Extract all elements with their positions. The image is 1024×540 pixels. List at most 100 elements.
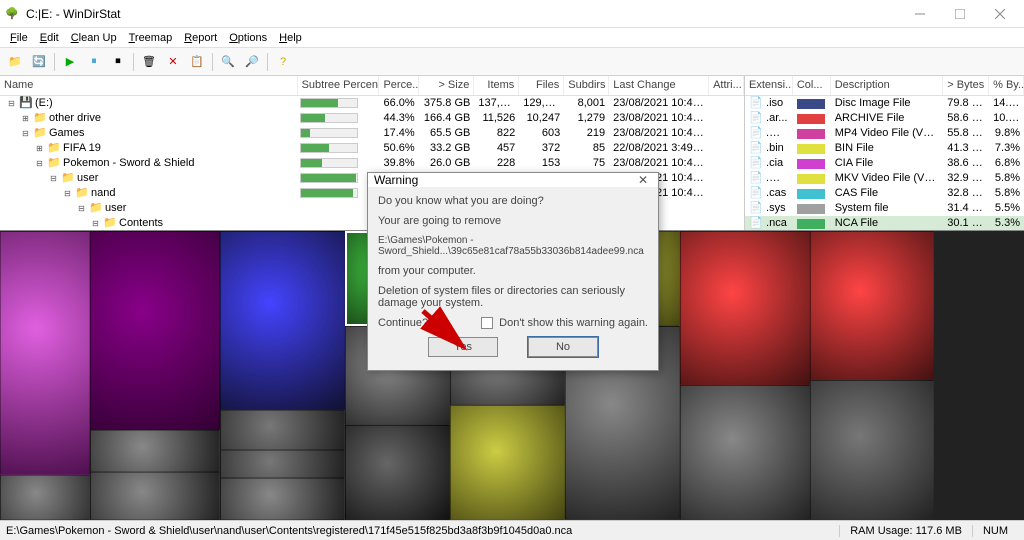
expand-icon[interactable]: ⊟ <box>34 158 45 169</box>
refresh-icon[interactable]: 🔄 <box>28 51 50 73</box>
drive-icon <box>19 96 33 110</box>
menu-clean-up[interactable]: Clean Up <box>65 30 123 46</box>
treemap-block[interactable] <box>90 430 220 472</box>
close-button[interactable] <box>980 1 1020 27</box>
expand-icon[interactable]: ⊟ <box>20 128 31 139</box>
expand-icon[interactable]: ⊟ <box>6 98 17 109</box>
tree-row[interactable]: ⊟(E:)66.0%375.8 GB137,577129,5768,00123/… <box>0 96 744 111</box>
pause-icon[interactable]: ⏸ <box>83 51 105 73</box>
menu-report[interactable]: Report <box>178 30 223 46</box>
ext-row[interactable]: .ciaCIA File38.6 GB6.8% <box>745 156 1024 171</box>
tree-header[interactable]: Name Subtree Percent... Perce... > Size … <box>0 76 744 96</box>
ext-row[interactable]: .sysSystem file31.4 GB5.5% <box>745 201 1024 216</box>
no-button[interactable]: No <box>528 337 598 357</box>
close-icon[interactable]: ✕ <box>634 173 652 187</box>
treemap-block[interactable] <box>450 405 565 520</box>
dialog-text: Your are going to remove <box>378 215 648 227</box>
color-swatch <box>797 189 825 199</box>
folder-icon <box>103 216 117 230</box>
tree-row[interactable]: ⊟Pokemon - Sword & Shield39.8%26.0 GB228… <box>0 156 744 171</box>
delete-icon[interactable]: ✕ <box>162 51 184 73</box>
color-swatch <box>797 114 825 124</box>
app-icon: 🌳 <box>4 6 20 22</box>
menu-options[interactable]: Options <box>223 30 273 46</box>
item-name: Contents <box>119 217 163 229</box>
file-icon <box>749 126 763 140</box>
item-name: other drive <box>49 112 101 124</box>
ext-body[interactable]: .isoDisc Image File79.8 GB14.0% .ar...AR… <box>745 96 1024 230</box>
zoom-in-icon[interactable]: 🔍 <box>217 51 239 73</box>
open-icon[interactable]: 📁 <box>4 51 26 73</box>
treemap-block[interactable] <box>680 231 810 385</box>
folder-icon <box>33 126 47 140</box>
file-icon <box>749 186 763 200</box>
treemap-block[interactable] <box>810 380 934 520</box>
ext-row[interactable]: .ar...ARCHIVE File58.6 GB10.3% <box>745 111 1024 126</box>
color-swatch <box>797 159 825 169</box>
color-swatch <box>797 144 825 154</box>
treemap-block[interactable] <box>90 231 220 430</box>
menubar: FileEditClean UpTreemapReportOptionsHelp <box>0 28 1024 48</box>
ext-row[interactable]: .mp4MP4 Video File (VLC)55.8 GB9.8% <box>745 126 1024 141</box>
toolbar: 📁 🔄 ▶ ⏸ ⏹ 🗑 ✕ 📋 🔍 🔎 ? <box>0 48 1024 76</box>
dont-show-checkbox[interactable] <box>481 317 493 329</box>
file-icon <box>749 216 763 230</box>
treemap-block[interactable] <box>220 410 345 450</box>
expand-icon[interactable]: ⊞ <box>20 113 31 124</box>
folder-icon <box>75 186 89 200</box>
treemap-block[interactable] <box>0 475 90 520</box>
dialog-text: Do you know what you are doing? <box>378 195 648 207</box>
tree-row[interactable]: ⊞FIFA 1950.6%33.2 GB4573728522/08/2021 3… <box>0 141 744 156</box>
yes-button[interactable]: Yes <box>428 337 498 357</box>
ext-header[interactable]: Extensi... Col... Description > Bytes % … <box>745 76 1024 96</box>
ext-row[interactable]: .mkvMKV Video File (VLC)32.9 GB5.8% <box>745 171 1024 186</box>
tree-row[interactable]: ⊞other drive44.3%166.4 GB11,52610,2471,2… <box>0 111 744 126</box>
menu-treemap[interactable]: Treemap <box>123 30 179 46</box>
treemap-block[interactable] <box>680 385 810 520</box>
item-name: Games <box>49 127 84 139</box>
tree-row[interactable]: ⊟Games17.4%65.5 GB82260321923/08/2021 10… <box>0 126 744 141</box>
ext-row[interactable]: .isoDisc Image File79.8 GB14.0% <box>745 96 1024 111</box>
color-swatch <box>797 99 825 109</box>
ext-row[interactable]: .binBIN File41.3 GB7.3% <box>745 141 1024 156</box>
file-icon <box>749 111 763 125</box>
expand-icon[interactable]: ⊞ <box>34 143 45 154</box>
item-name: Pokemon - Sword & Shield <box>63 157 194 169</box>
menu-edit[interactable]: Edit <box>34 30 65 46</box>
zoom-out-icon[interactable]: 🔎 <box>241 51 263 73</box>
expand-icon[interactable]: ⊟ <box>48 173 59 184</box>
folder-icon <box>89 201 103 215</box>
expand-icon[interactable]: ⊟ <box>90 218 101 229</box>
dialog-title: Warning <box>374 173 418 187</box>
extension-panel: Extensi... Col... Description > Bytes % … <box>745 76 1024 230</box>
file-icon <box>749 156 763 170</box>
treemap-block[interactable] <box>0 231 90 475</box>
treemap-block[interactable] <box>220 231 345 410</box>
window-title: C:|E: - WinDirStat <box>26 7 900 21</box>
maximize-button[interactable] <box>940 1 980 27</box>
ext-row[interactable]: .ncaNCA File30.1 GB5.3% <box>745 216 1024 230</box>
play-icon[interactable]: ▶ <box>59 51 81 73</box>
file-icon <box>749 141 763 155</box>
dialog-titlebar: Warning ✕ <box>368 173 658 187</box>
dialog-text: Continue? <box>378 317 475 329</box>
item-name: nand <box>91 187 115 199</box>
menu-help[interactable]: Help <box>273 30 308 46</box>
folder-icon <box>61 171 75 185</box>
item-name: FIFA 19 <box>63 142 101 154</box>
props-icon[interactable]: 📋 <box>186 51 208 73</box>
treemap-block[interactable] <box>345 425 450 520</box>
menu-file[interactable]: File <box>4 30 34 46</box>
expand-icon[interactable]: ⊟ <box>62 188 73 199</box>
stop-icon[interactable]: ⏹ <box>107 51 129 73</box>
treemap-block[interactable] <box>220 450 345 478</box>
treemap-block[interactable] <box>810 231 934 380</box>
ext-row[interactable]: .casCAS File32.8 GB5.8% <box>745 186 1024 201</box>
minimize-button[interactable] <box>900 1 940 27</box>
treemap-block[interactable] <box>220 478 345 520</box>
treemap-block[interactable] <box>90 472 220 520</box>
help-icon[interactable]: ? <box>272 51 294 73</box>
dialog-text: E:\Games\Pokemon - Sword_Shield...\39c65… <box>378 235 648 257</box>
expand-icon[interactable]: ⊟ <box>76 203 87 214</box>
trash-icon[interactable]: 🗑 <box>138 51 160 73</box>
